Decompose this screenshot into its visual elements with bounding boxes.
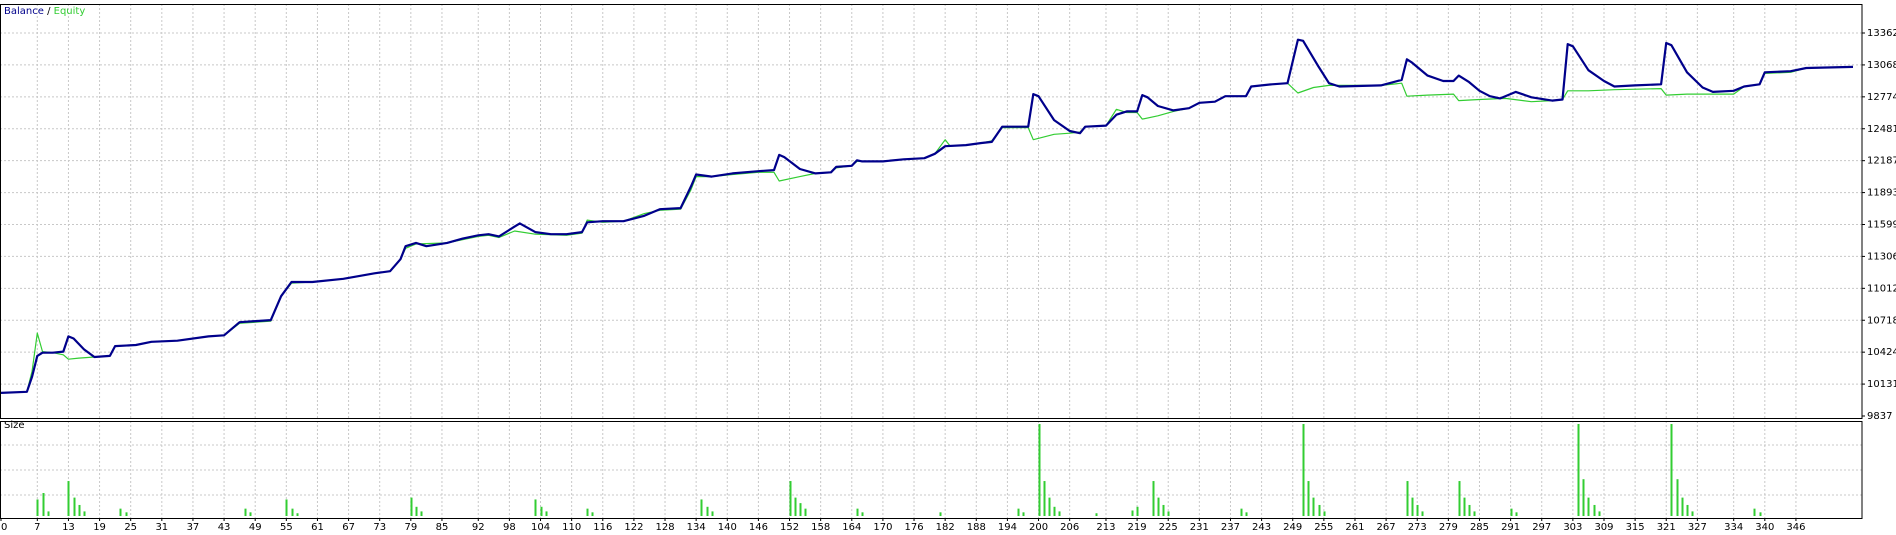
x-tick-label: 297 <box>1532 522 1551 531</box>
x-tick-label: 340 <box>1755 522 1774 531</box>
x-tick-label: 279 <box>1439 522 1458 531</box>
x-tick-label: 249 <box>1283 522 1302 531</box>
x-tick-label: 309 <box>1594 522 1613 531</box>
x-tick-label: 213 <box>1096 522 1115 531</box>
x-tick-label: 200 <box>1029 522 1048 531</box>
x-axis-ticks: 0 7 13 19 25 31 37 43 49 55 61 67 73 79 85 92 98 104 110 11… <box>0 518 1805 533</box>
x-tick-label: 291 <box>1501 522 1520 531</box>
x-tick-label: 243 <box>1252 522 1271 531</box>
tester-graph: 13362 13068 12774 12481 12187 11893 11599 11306… <box>0 0 1896 533</box>
x-tick-label: 152 <box>780 522 799 531</box>
y-tick-label: 11893 <box>1867 188 1896 199</box>
x-tick-label: 61 <box>311 522 324 531</box>
x-tick-label: 261 <box>1345 522 1364 531</box>
x-tick-label: 327 <box>1688 522 1707 531</box>
legend-balance: Balance <box>4 6 44 17</box>
x-tick-label: 67 <box>342 522 355 531</box>
x-tick-label: 321 <box>1657 522 1676 531</box>
y-tick-label: 13068 <box>1867 60 1896 71</box>
x-tick-label: 73 <box>373 522 386 531</box>
x-tick-label: 43 <box>218 522 231 531</box>
x-tick-label: 176 <box>904 522 923 531</box>
x-tick-label: 225 <box>1159 522 1178 531</box>
balance-line <box>0 38 1854 394</box>
legend-separator: / <box>44 6 54 17</box>
x-tick-label: 158 <box>811 522 830 531</box>
size-panel-label: Size <box>4 420 25 431</box>
x-tick-label: 140 <box>718 522 737 531</box>
x-tick-label: 273 <box>1408 522 1427 531</box>
x-tick-label: 92 <box>472 522 485 531</box>
x-tick-label: 110 <box>562 522 581 531</box>
y-tick-label: 10424 <box>1867 347 1896 358</box>
x-tick-label: 13 <box>62 522 75 531</box>
balance-equity-lines <box>0 38 1854 394</box>
y-tick-label: 10131 <box>1867 379 1896 390</box>
y-tick-label: 12481 <box>1867 124 1896 135</box>
main-grid <box>0 4 1862 418</box>
x-tick-label: 146 <box>749 522 768 531</box>
x-tick-label: 334 <box>1724 522 1743 531</box>
legend: Balance / Equity <box>4 6 85 17</box>
main-panel-border <box>0 4 1863 419</box>
x-tick-label: 285 <box>1470 522 1489 531</box>
y-tick-label: 10718 <box>1867 315 1896 326</box>
y-tick-label: 12774 <box>1867 92 1896 103</box>
x-tick-label: 37 <box>187 522 200 531</box>
x-tick-label: 85 <box>436 522 449 531</box>
chart-frame <box>0 4 1863 519</box>
x-tick-label: 55 <box>280 522 293 531</box>
x-tick-label: 49 <box>249 522 262 531</box>
legend-equity: Equity <box>54 6 86 17</box>
x-tick-label: 303 <box>1563 522 1582 531</box>
x-tick-label: 31 <box>155 522 168 531</box>
x-tick-label: 267 <box>1377 522 1396 531</box>
chart-canvas: 13362 13068 12774 12481 12187 11893 11599 11306… <box>0 4 1896 533</box>
x-tick-label: 206 <box>1060 522 1079 531</box>
x-tick-label: 25 <box>124 522 137 531</box>
x-tick-label: 134 <box>687 522 706 531</box>
x-tick-label: 182 <box>936 522 955 531</box>
y-tick-label: 13362 <box>1867 28 1896 39</box>
x-tick-label: 98 <box>503 522 516 531</box>
y-tick-label: 12187 <box>1867 156 1896 167</box>
y-tick-label: 11012 <box>1867 283 1896 294</box>
x-tick-label: 0 <box>1 522 7 531</box>
x-tick-label: 104 <box>531 522 550 531</box>
x-tick-label: 255 <box>1314 522 1333 531</box>
y-tick-label: 11306 <box>1867 251 1896 262</box>
x-tick-label: 122 <box>624 522 643 531</box>
x-tick-label: 219 <box>1128 522 1147 531</box>
x-tick-label: 79 <box>404 522 417 531</box>
x-tick-label: 315 <box>1626 522 1645 531</box>
y-axis-ticks: 13362 13068 12774 12481 12187 11893 11599 11306… <box>1862 28 1896 422</box>
x-tick-label: 19 <box>93 522 106 531</box>
x-tick-label: 346 <box>1786 522 1805 531</box>
x-tick-label: 128 <box>655 522 674 531</box>
x-tick-label: 194 <box>998 522 1017 531</box>
x-tick-label: 231 <box>1190 522 1209 531</box>
equity-line <box>0 66 1854 394</box>
x-tick-label: 170 <box>873 522 892 531</box>
size-bars <box>36 424 1762 516</box>
x-tick-label: 7 <box>34 522 40 531</box>
y-tick-label: 11599 <box>1867 220 1896 231</box>
x-tick-label: 188 <box>967 522 986 531</box>
x-tick-label: 164 <box>842 522 861 531</box>
y-tick-label: 9837 <box>1867 411 1892 422</box>
x-tick-label: 237 <box>1221 522 1240 531</box>
x-tick-label: 116 <box>593 522 612 531</box>
